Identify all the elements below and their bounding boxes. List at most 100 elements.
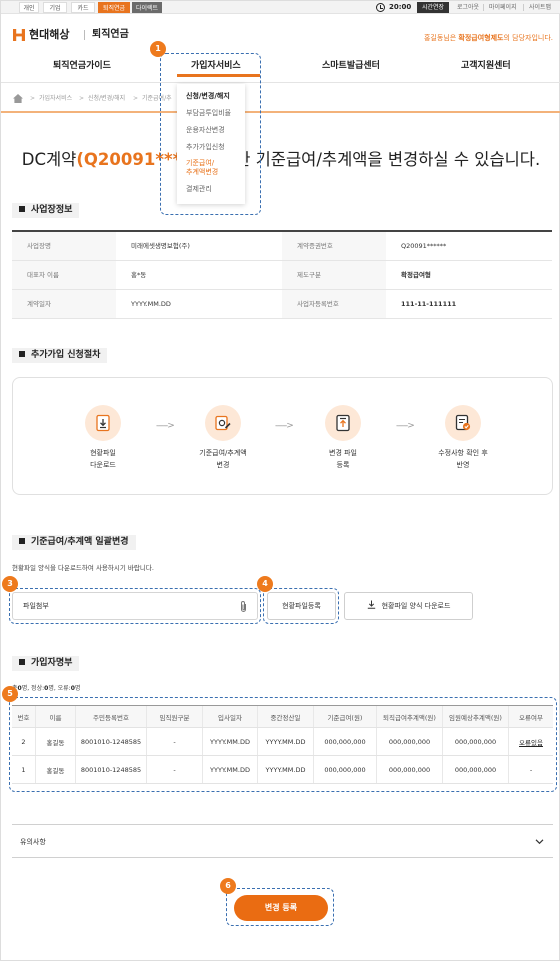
greeting-name: 홍길동님은 — [423, 34, 457, 42]
info-label: 대표자 이름 — [12, 261, 116, 289]
section-marker — [19, 538, 25, 544]
annotation-badge-4: 4 — [257, 576, 273, 592]
clock-icon — [376, 3, 385, 12]
count-label: 명, 오류: — [48, 685, 71, 692]
upload-file-icon — [336, 414, 350, 432]
breadcrumb-item[interactable]: 가입자서비스 — [39, 94, 72, 104]
annotation-box-4 — [263, 588, 339, 624]
confirm-check-icon — [455, 414, 471, 431]
step-icon-edit — [205, 405, 241, 441]
info-row: 계약일자 YYYY.MM.DD 사업자등록번호 111-11-111111 — [12, 290, 552, 319]
nav-smart-issue-center[interactable]: 스마트발급센터 — [322, 60, 380, 72]
step-label: 기준급여/추계액변경 — [188, 447, 258, 471]
annotation-badge-5: 5 — [2, 686, 18, 702]
logo-text[interactable]: 현대해상 — [29, 28, 69, 42]
step-label: 변경 파일등록 — [313, 447, 373, 471]
info-row: 대표자 이름 홍*동 제도구분 확정급여형 — [12, 261, 552, 290]
info-label: 제도구분 — [282, 261, 386, 289]
extend-session-button[interactable]: 시간연장 — [417, 2, 449, 13]
divider — [523, 4, 524, 11]
greeting-text: 홍길동님은 확정급여형제도의 담당자입니다. — [424, 33, 553, 43]
divider — [84, 30, 85, 40]
download-template-label: 현황파일 양식 다운로드 — [381, 602, 451, 610]
count-label: 명, 정상: — [21, 685, 45, 692]
tab-direct[interactable]: 다이렉트 — [132, 2, 162, 13]
greeting-plan: 확정급여형제도 — [458, 34, 504, 42]
tab-retirement[interactable]: 퇴직연금 — [98, 2, 130, 13]
nav-customer-support[interactable]: 고객지원센터 — [461, 60, 511, 72]
annotation-box-6 — [226, 888, 334, 926]
breadcrumb-separator: > — [79, 95, 85, 102]
annotation-badge-6: 6 — [220, 878, 236, 894]
logo-mark-icon[interactable] — [13, 29, 25, 41]
sitemap-link[interactable]: 사이트맵 — [529, 2, 551, 13]
breadcrumb-separator: > — [133, 95, 139, 102]
step-label-line: 변경 파일 — [329, 449, 357, 457]
home-icon[interactable] — [13, 94, 23, 103]
step-label-line: 기준급여/추계액 — [199, 449, 247, 457]
info-value: 미래에셋생명보험(주) — [131, 242, 190, 250]
info-value: Q20091****** — [401, 242, 447, 250]
annotation-box-3 — [9, 588, 261, 624]
info-row: 사업장명 미래에셋생명보험(주) 계약증권번호 Q20091****** — [12, 232, 552, 261]
global-nav: 퇴직연금가이드 가입자서비스 스마트발급센터 고객지원센터 — [1, 51, 560, 83]
member-counts: 총0명, 정상:0명, 오류:0명 — [12, 684, 80, 694]
process-steps: 현황파일다운로드 -----> 기준급여/추계액변경 -----> 변경 파일등… — [12, 377, 553, 495]
info-value: YYYY.MM.DD — [131, 300, 171, 308]
annotation-box-5 — [9, 697, 557, 792]
download-icon — [367, 600, 375, 609]
mypage-link[interactable]: 마이페이지 — [489, 2, 517, 13]
page: 개인 기업 카드 퇴직연금 다이렉트 20:00 시간연장 로그아웃 마이페이지… — [0, 0, 560, 961]
section-marker — [19, 351, 25, 357]
logout-link[interactable]: 로그아웃 — [457, 2, 479, 13]
info-label: 계약일자 — [12, 290, 116, 318]
arrow-right-icon: -----> — [156, 421, 175, 431]
section-title-text: 추가가입 신청절차 — [31, 350, 101, 360]
tab-card[interactable]: 카드 — [71, 2, 95, 13]
title-contract-type: DC계약 — [21, 150, 77, 169]
session-time: 20:00 — [389, 3, 412, 11]
section-title-text: 사업장정보 — [31, 205, 73, 215]
title-text: 한 기준급여/추계액을 변경하실 수 있습니다. — [235, 150, 541, 169]
annotation-badge-1: 1 — [150, 41, 166, 57]
logo-subtitle: 퇴직연금 — [92, 29, 129, 40]
annotation-box-1 — [160, 53, 261, 215]
tab-personal[interactable]: 개인 — [19, 2, 39, 13]
step-icon-upload — [325, 405, 361, 441]
info-value: 111-11-111111 — [401, 300, 457, 308]
arrow-right-icon: -----> — [396, 421, 415, 431]
divider — [1, 111, 560, 113]
info-label: 계약증권번호 — [282, 232, 386, 260]
info-value: 홍*동 — [131, 271, 147, 279]
step-label-line: 수정사항 확인 후 — [438, 449, 488, 457]
download-file-icon — [96, 414, 110, 432]
step-label-line: 변경 — [216, 461, 230, 469]
chevron-down-icon[interactable] — [535, 837, 544, 846]
divider — [483, 4, 484, 11]
page-title: DC계약(Q20091*** 한 기준급여/추계액을 변경하실 수 있습니다. — [1, 149, 560, 171]
download-template-button[interactable]: 현황파일 양식 다운로드 — [344, 592, 473, 620]
section-title-members: 가입자명부 — [12, 656, 80, 671]
step-label-line: 현황파일 — [90, 449, 116, 457]
info-value: 확정급여형 — [401, 271, 431, 279]
section-title-text: 기준급여/추계액 일괄변경 — [31, 537, 129, 547]
step-label-line: 등록 — [336, 461, 350, 469]
step-label-line: 반영 — [456, 461, 470, 469]
step-label-line: 다운로드 — [90, 461, 116, 469]
breadcrumb-item[interactable]: 신청/변경/해지 — [88, 94, 125, 104]
step-label: 현황파일다운로드 — [73, 447, 133, 471]
step-label: 수정사항 확인 후반영 — [428, 447, 498, 471]
section-marker — [19, 206, 25, 212]
info-label: 사업자등록번호 — [282, 290, 386, 318]
info-label: 사업장명 — [12, 232, 116, 260]
annotation-badge-3: 3 — [2, 576, 18, 592]
section-title-bulk-change: 기준급여/추계액 일괄변경 — [12, 535, 136, 550]
arrow-right-icon: -----> — [275, 421, 294, 431]
step-icon-confirm — [445, 405, 481, 441]
count-label: 명 — [74, 685, 81, 692]
nav-retirement-guide[interactable]: 퇴직연금가이드 — [53, 60, 111, 72]
notes-accordion[interactable]: 유의사항 — [12, 824, 553, 858]
tab-corporate[interactable]: 기업 — [43, 2, 67, 13]
step-icon-download — [85, 405, 121, 441]
notes-label: 유의사항 — [20, 838, 46, 846]
